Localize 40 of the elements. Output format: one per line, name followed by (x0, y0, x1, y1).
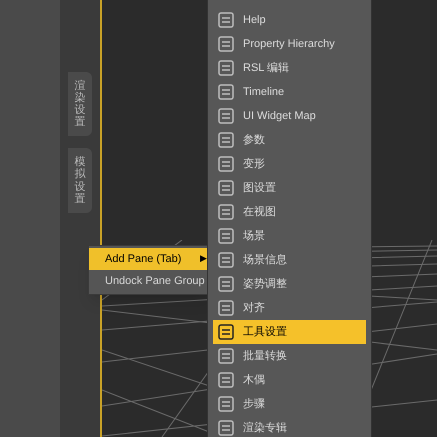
menu-item[interactable]: 渲染专辑 (213, 416, 366, 437)
menu-item[interactable]: Help (213, 8, 366, 32)
pane-icon (217, 419, 235, 437)
pane-icon (217, 59, 235, 77)
menu-item[interactable]: Timeline (213, 80, 366, 104)
pane-icon (217, 179, 235, 197)
pane-icon (217, 203, 235, 221)
pane-icon (217, 35, 235, 53)
pane-icon (217, 395, 235, 413)
pane-icon (217, 155, 235, 173)
pane-icon (217, 347, 235, 365)
submenu-arrow: ▶ (200, 252, 207, 266)
menu-item[interactable]: 对齐 (213, 296, 366, 320)
menu-item[interactable]: UI Widget Map (213, 104, 366, 128)
menu-item[interactable]: RSL 编辑 (213, 56, 366, 80)
menu-item[interactable]: 姿势调整 (213, 272, 366, 296)
side-tab[interactable]: 渲染设置 (68, 72, 92, 136)
menu-item[interactable]: Undock Pane Group (89, 270, 211, 292)
pane-icon (217, 323, 235, 341)
menu-item[interactable]: 步骤 (213, 392, 366, 416)
pane-icon (217, 83, 235, 101)
side-tab[interactable]: 模拟设置 (68, 148, 92, 213)
pane-icon (217, 299, 235, 317)
menu-item[interactable]: 批量转换 (213, 344, 366, 368)
menu-item[interactable]: Property Hierarchy (213, 32, 366, 56)
menu-item[interactable]: 工具设置 (213, 320, 366, 344)
menu-item[interactable]: 图设置 (213, 176, 366, 200)
menu-item[interactable]: 场景 (213, 224, 366, 248)
menu-item[interactable]: 在视图 (213, 200, 366, 224)
pane-icon (217, 11, 235, 29)
pane-icon (217, 275, 235, 293)
pane-icon (217, 251, 235, 269)
pane-icon (217, 371, 235, 389)
menu-item[interactable]: 木偶 (213, 368, 366, 392)
pane-icon (217, 227, 235, 245)
menu-item[interactable]: 场景信息 (213, 248, 366, 272)
pane-icon (217, 107, 235, 125)
pane-icon (217, 131, 235, 149)
menu-item[interactable]: 参数 (213, 128, 366, 152)
menu-item[interactable]: 变形 (213, 152, 366, 176)
